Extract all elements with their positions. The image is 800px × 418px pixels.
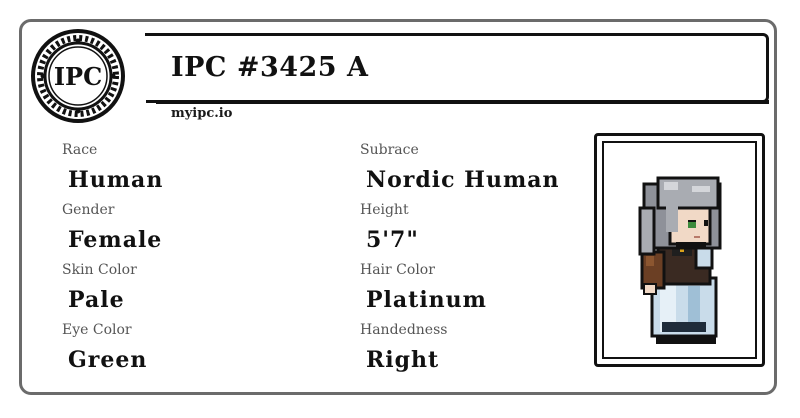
race-label: Race: [62, 142, 98, 158]
handedness-label: Handedness: [360, 322, 448, 338]
subrace-label: Subrace: [360, 142, 419, 158]
gender-label: Gender: [62, 202, 115, 218]
hair-color-value: Platinum: [366, 287, 487, 313]
eye-color-value: Green: [68, 347, 148, 373]
handedness-value: Right: [366, 347, 440, 373]
skin-color-label: Skin Color: [62, 262, 137, 278]
ipc-seal-logo: IPC: [31, 29, 125, 123]
height-value: 5'7": [366, 227, 419, 253]
logo-text: IPC: [54, 62, 102, 91]
pixel-character-portrait: [638, 176, 722, 344]
skin-color-value: Pale: [68, 287, 125, 313]
name-banner-shadow: [156, 100, 769, 104]
height-label: Height: [360, 202, 409, 218]
hair-color-label: Hair Color: [360, 262, 435, 278]
character-name: IPC #3425 A: [171, 52, 369, 83]
gender-value: Female: [68, 227, 163, 253]
site-link[interactable]: myipc.io: [171, 106, 232, 121]
race-value: Human: [68, 167, 164, 193]
subrace-value: Nordic Human: [366, 167, 560, 193]
eye-color-label: Eye Color: [62, 322, 132, 338]
